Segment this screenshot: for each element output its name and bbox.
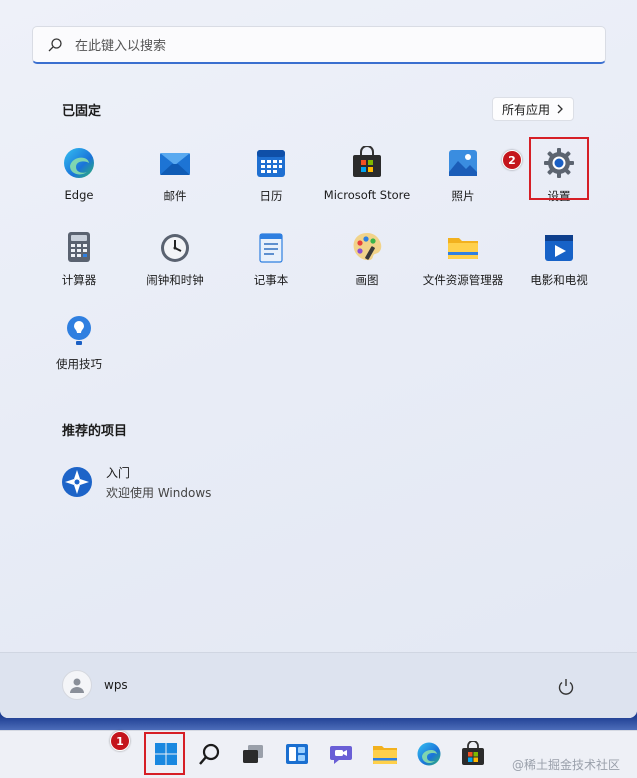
calculator-icon <box>68 232 90 262</box>
clock-icon <box>161 234 189 262</box>
pinned-app-calculator[interactable]: 计算器 <box>33 226 125 296</box>
all-apps-label: 所有应用 <box>501 102 550 117</box>
pinned-app-notepad[interactable]: 记事本 <box>225 226 317 296</box>
start-menu-footer: wps <box>0 652 637 718</box>
annotation-badge-1: 1 <box>110 731 130 751</box>
user-name: wps <box>104 678 128 692</box>
pinned-app-microsoft-store[interactable]: Microsoft Store <box>321 142 413 212</box>
pinned-app-tips[interactable]: 使用技巧 <box>33 310 125 380</box>
pinned-app-photos[interactable]: 照片 <box>417 142 509 212</box>
edge-icon[interactable] <box>416 741 442 767</box>
movies-icon <box>545 235 573 261</box>
pinned-app-clock[interactable]: 闹钟和时钟 <box>129 226 221 296</box>
watermark: @稀土掘金技术社区 <box>512 758 621 772</box>
get-started-icon <box>62 467 92 497</box>
pinned-app-label: 画图 <box>355 273 379 287</box>
start-menu: 在此键入以搜索 已固定 所有应用 Edge 邮件 日历 Microsoft St… <box>0 0 637 718</box>
store-icon[interactable] <box>460 741 486 767</box>
recommended-title: 推荐的项目 <box>62 424 128 439</box>
recommended-item-text: 入门 欢迎使用 Windows <box>106 464 211 501</box>
calendar-icon <box>257 150 285 177</box>
task-view-icon[interactable] <box>240 741 266 767</box>
pinned-app-label: Microsoft Store <box>323 188 411 202</box>
paint-icon <box>353 233 382 261</box>
pinned-app-paint[interactable]: 画图 <box>321 226 413 296</box>
edge-icon <box>64 148 94 178</box>
power-icon[interactable] <box>556 677 576 697</box>
pinned-app-calendar[interactable]: 日历 <box>225 142 317 212</box>
widgets-icon[interactable] <box>284 741 310 767</box>
pinned-app-label: 文件资源管理器 <box>422 273 504 287</box>
pinned-app-label: 邮件 <box>163 189 187 203</box>
search-icon[interactable] <box>197 741 223 767</box>
avatar <box>62 670 92 700</box>
pinned-app-label: 照片 <box>451 189 475 203</box>
pinned-app-label: 使用技巧 <box>56 357 102 371</box>
settings-highlight-box <box>529 137 589 200</box>
recommended-item-subtitle: 欢迎使用 Windows <box>106 485 212 500</box>
pinned-app-label: 闹钟和时钟 <box>146 273 204 287</box>
all-apps-button[interactable]: 所有应用 <box>492 97 574 121</box>
chevron-right-icon <box>557 104 563 114</box>
file-explorer-icon[interactable] <box>372 741 398 767</box>
mail-icon <box>160 153 190 175</box>
user-icon <box>70 678 84 693</box>
pinned-app-movies-tv[interactable]: 电影和电视 <box>513 226 605 296</box>
annotation-badge-2: 2 <box>502 150 522 170</box>
start-highlight-box <box>144 732 185 775</box>
photos-icon <box>449 150 477 176</box>
pinned-app-label: 记事本 <box>253 273 289 287</box>
search-placeholder: 在此键入以搜索 <box>75 39 167 54</box>
pinned-app-label: 计算器 <box>61 273 97 287</box>
pinned-app-edge[interactable]: Edge <box>33 142 125 212</box>
recommended-item-get-started[interactable]: 入门 欢迎使用 Windows <box>60 462 211 502</box>
pinned-app-label: 电影和电视 <box>530 273 588 287</box>
folder-icon <box>448 238 478 259</box>
user-account-button[interactable]: wps <box>62 670 128 700</box>
pinned-title: 已固定 <box>62 104 102 119</box>
notepad-icon <box>259 233 283 263</box>
store-icon <box>353 146 381 177</box>
pinned-app-label: 日历 <box>259 189 283 203</box>
search-input[interactable]: 在此键入以搜索 <box>32 26 606 64</box>
pinned-app-mail[interactable]: 邮件 <box>129 142 221 212</box>
tips-icon <box>67 316 91 345</box>
search-icon <box>48 37 62 51</box>
pinned-app-label: Edge <box>64 188 94 202</box>
recommended-item-title: 入门 <box>106 465 131 480</box>
pinned-app-file-explorer[interactable]: 文件资源管理器 <box>417 226 509 296</box>
chat-icon[interactable] <box>328 741 354 767</box>
